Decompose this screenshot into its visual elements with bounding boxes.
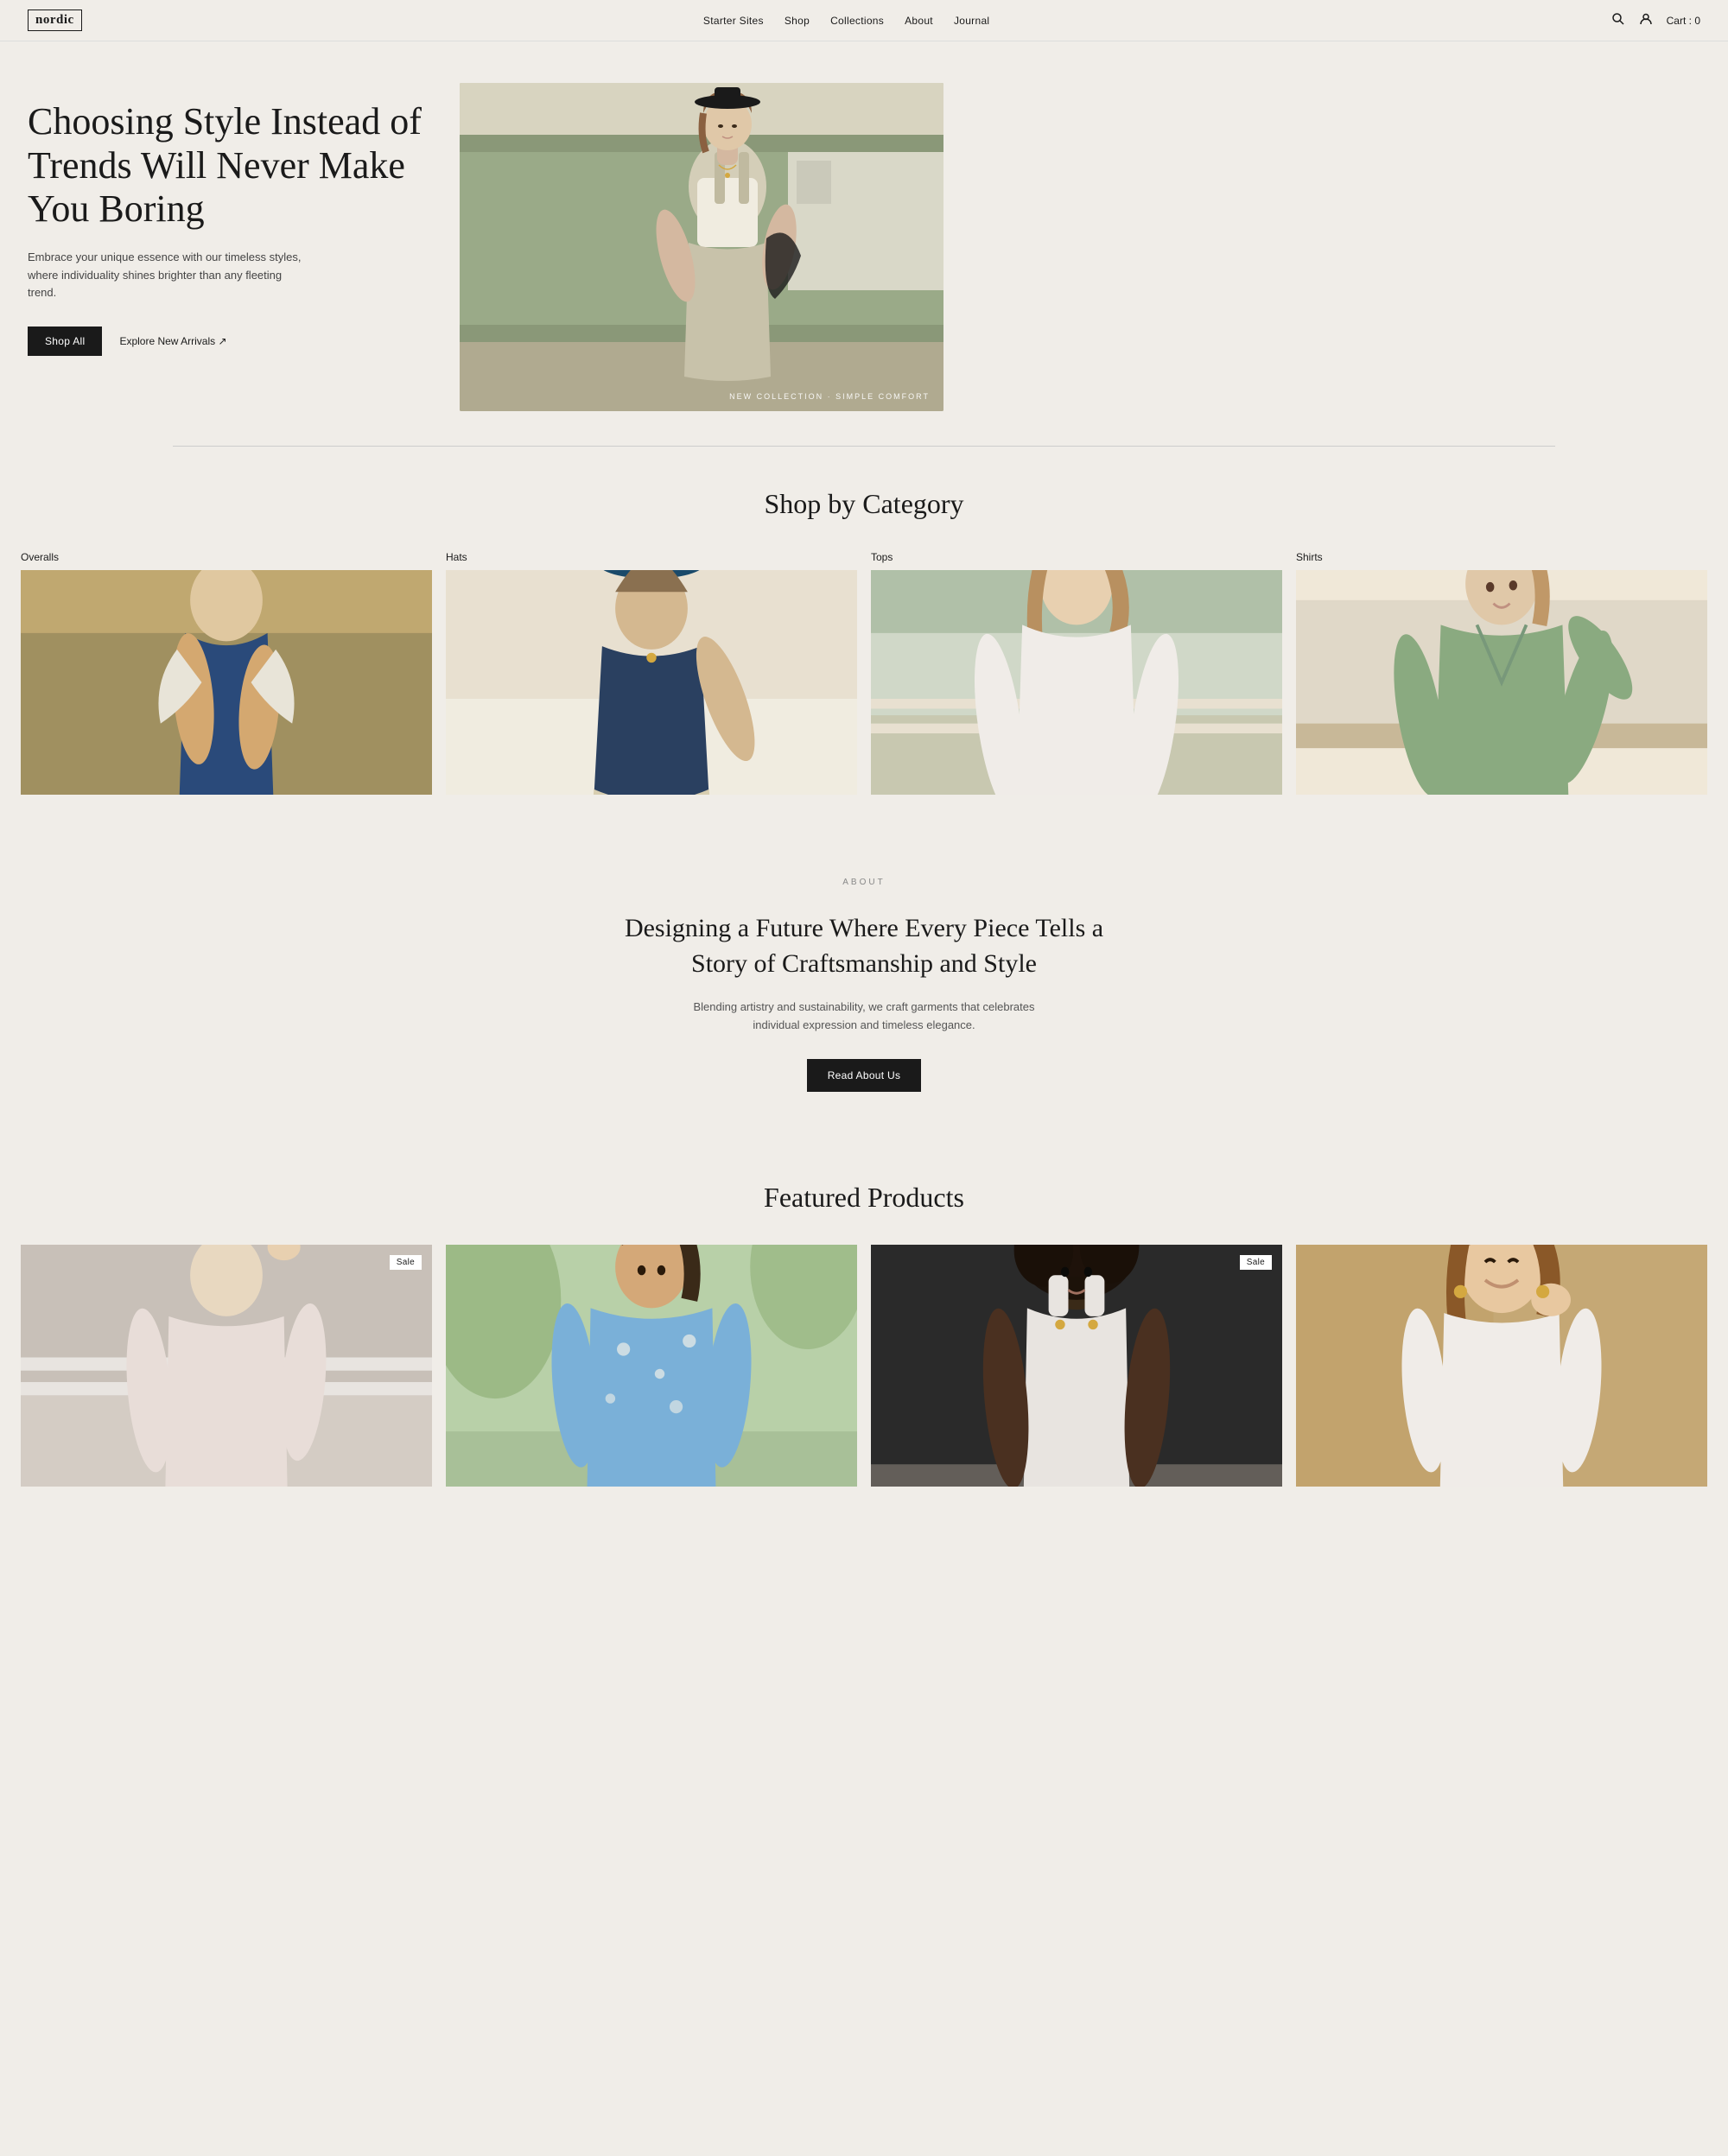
category-overalls-image <box>21 570 432 795</box>
nav-collections[interactable]: Collections <box>830 15 884 27</box>
product-item-3[interactable]: Sale <box>871 1245 1282 1487</box>
nav-links: Starter Sites Shop Collections About Jou… <box>703 15 990 27</box>
cart-label[interactable]: Cart : 0 <box>1667 15 1700 27</box>
category-overalls-label: Overalls <box>21 551 432 563</box>
nav-shop[interactable]: Shop <box>785 15 810 27</box>
product-image-1 <box>21 1245 432 1487</box>
read-about-us-button[interactable]: Read About Us <box>807 1059 922 1092</box>
product-image-2 <box>446 1245 857 1487</box>
nav-icons: Cart : 0 <box>1611 12 1700 29</box>
category-overalls[interactable]: Overalls <box>21 551 432 795</box>
category-hats-image <box>446 570 857 795</box>
product-image-3 <box>871 1245 1282 1487</box>
featured-title: Featured Products <box>21 1182 1707 1214</box>
hero-overlay-text: NEW COLLECTION · SIMPLE COMFORT <box>729 392 930 401</box>
hero-subtext: Embrace your unique essence with our tim… <box>28 249 304 302</box>
nav-logo[interactable]: nordic <box>28 10 82 31</box>
product-image-4 <box>1296 1245 1707 1487</box>
about-subtext: Blending artistry and sustainability, we… <box>683 999 1045 1035</box>
nav-about[interactable]: About <box>905 15 933 27</box>
sale-badge-1: Sale <box>390 1255 422 1270</box>
category-grid: Overalls <box>21 551 1707 795</box>
hero-image: NEW COLLECTION · SIMPLE COMFORT <box>460 83 943 411</box>
nav-journal[interactable]: Journal <box>954 15 989 27</box>
products-grid: Sale <box>21 1245 1707 1487</box>
about-section: ABOUT Designing a Future Where Every Pie… <box>0 829 1728 1140</box>
product-item-2[interactable] <box>446 1245 857 1487</box>
navbar: nordic Starter Sites Shop Collections Ab… <box>0 0 1728 41</box>
shop-category-title: Shop by Category <box>21 488 1707 520</box>
sale-badge-3: Sale <box>1240 1255 1272 1270</box>
about-heading: Designing a Future Where Every Piece Tel… <box>613 911 1115 981</box>
hero-photo: NEW COLLECTION · SIMPLE COMFORT <box>460 83 943 411</box>
category-shirts[interactable]: Shirts <box>1296 551 1707 795</box>
category-tops[interactable]: Tops <box>871 551 1282 795</box>
category-hats-label: Hats <box>446 551 857 563</box>
category-shirts-label: Shirts <box>1296 551 1707 563</box>
product-item-1[interactable]: Sale <box>21 1245 432 1487</box>
shop-category-section: Shop by Category Overalls <box>0 447 1728 829</box>
hero-text: Choosing Style Instead of Trends Will Ne… <box>28 83 425 356</box>
explore-arrivals-link[interactable]: Explore New Arrivals ↗ <box>119 335 226 347</box>
hero-svg <box>460 83 943 411</box>
category-tops-label: Tops <box>871 551 1282 563</box>
hero-buttons: Shop All Explore New Arrivals ↗ <box>28 327 425 356</box>
product-item-4[interactable] <box>1296 1245 1707 1487</box>
nav-starter-sites[interactable]: Starter Sites <box>703 15 764 27</box>
category-hats[interactable]: Hats <box>446 551 857 795</box>
search-icon[interactable] <box>1611 12 1625 29</box>
about-label: ABOUT <box>21 878 1707 887</box>
shop-all-button[interactable]: Shop All <box>28 327 102 356</box>
category-shirts-image <box>1296 570 1707 795</box>
account-icon[interactable] <box>1639 12 1653 29</box>
category-tops-image <box>871 570 1282 795</box>
featured-section: Featured Products <box>0 1140 1728 1521</box>
hero-section: Choosing Style Instead of Trends Will Ne… <box>0 41 1728 446</box>
hero-heading: Choosing Style Instead of Trends Will Ne… <box>28 100 425 231</box>
